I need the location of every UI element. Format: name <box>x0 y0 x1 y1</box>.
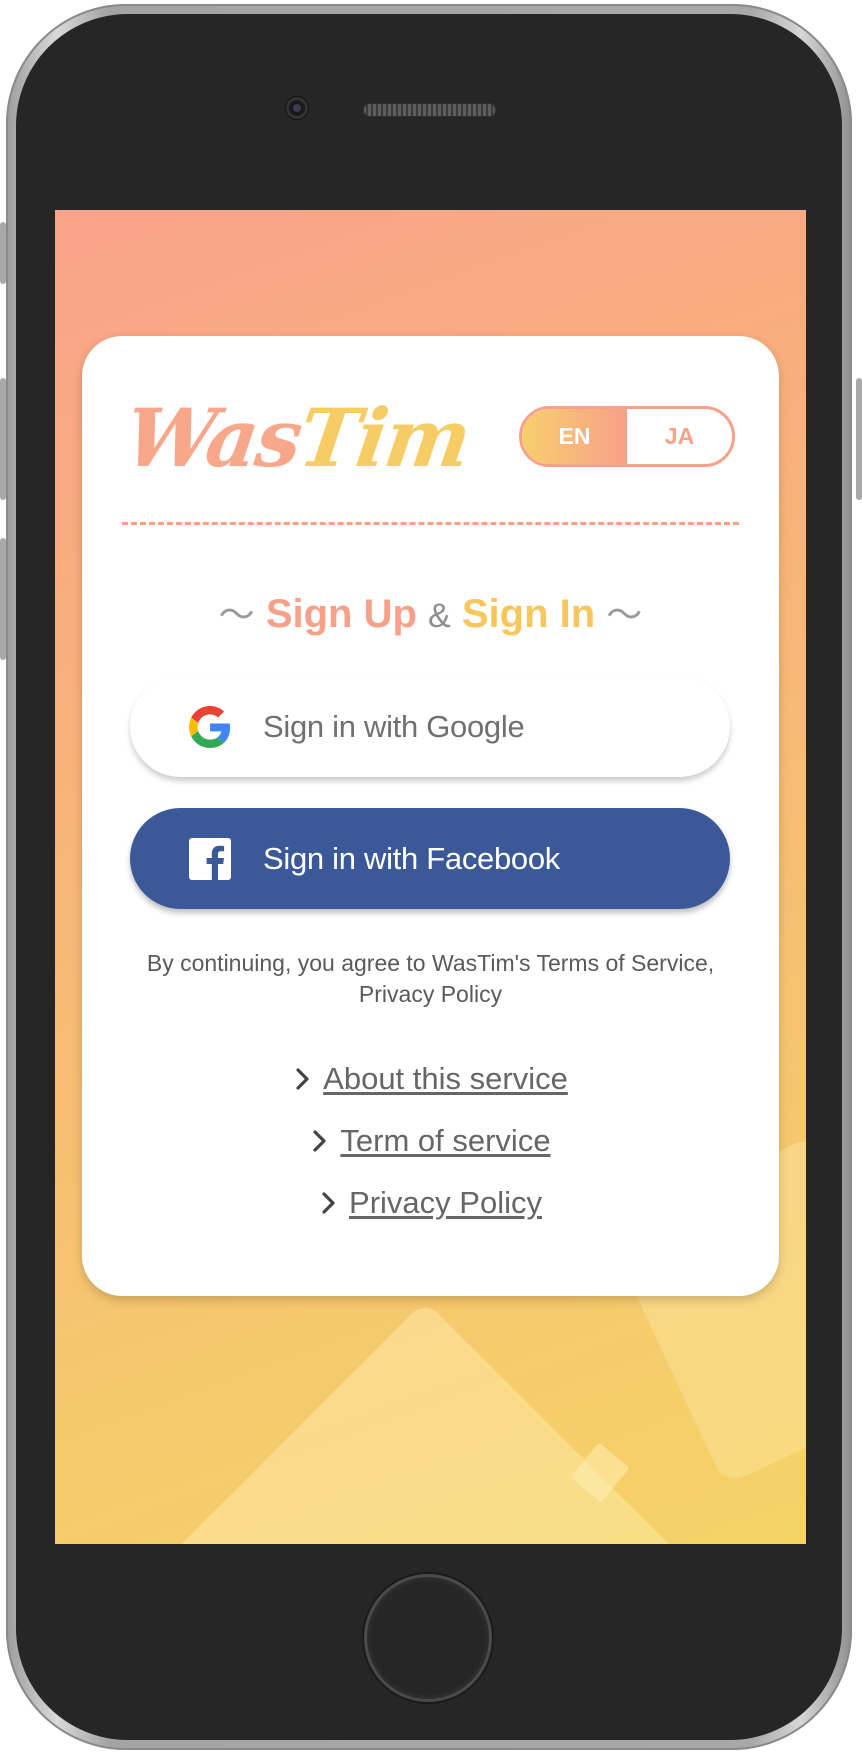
link-term-of-service[interactable]: Term of service <box>310 1110 551 1172</box>
background-decoration-house <box>170 1300 680 1544</box>
link-about-service[interactable]: About this service <box>293 1048 568 1110</box>
terms-notice: By continuing, you agree to WasTim's Ter… <box>122 948 739 1010</box>
google-button-label: Sign in with Google <box>263 708 525 744</box>
dashed-divider <box>122 522 739 525</box>
title-ampersand: & <box>428 597 451 635</box>
link-about-service-label[interactable]: About this service <box>323 1061 568 1097</box>
language-option-ja[interactable]: JA <box>627 409 732 464</box>
wastim-logo: WasTim <box>119 388 475 488</box>
earpiece-speaker <box>363 103 496 117</box>
link-privacy-policy[interactable]: Privacy Policy <box>319 1172 542 1234</box>
power-button <box>856 378 862 500</box>
volume-down-button <box>0 538 6 660</box>
logo-text-tim: Tim <box>293 391 475 485</box>
app-screen: WasTim EN JA 〜 Sign Up & Sign In 〜 Sign … <box>55 210 806 1544</box>
google-g-icon <box>188 705 232 749</box>
title-sign-up: Sign Up <box>265 592 417 636</box>
link-term-of-service-label[interactable]: Term of service <box>340 1123 550 1159</box>
sign-in-google-button[interactable]: Sign in with Google <box>130 676 730 777</box>
chevron-right-icon <box>313 1130 327 1152</box>
link-privacy-policy-label[interactable]: Privacy Policy <box>349 1185 542 1221</box>
terms-notice-line1: By continuing, you agree to WasTim's Ter… <box>146 950 715 976</box>
front-camera <box>286 97 308 119</box>
language-option-en[interactable]: EN <box>522 409 627 464</box>
info-links: About this service Term of service Priva… <box>82 1048 779 1234</box>
logo-text-was: Was <box>119 391 307 485</box>
title-tilde-left: 〜 <box>218 594 255 635</box>
chevron-right-icon <box>322 1192 335 1214</box>
sign-in-facebook-button[interactable]: Sign in with Facebook <box>130 808 730 909</box>
login-card: WasTim EN JA 〜 Sign Up & Sign In 〜 Sign … <box>82 336 779 1296</box>
chevron-right-icon <box>296 1068 309 1090</box>
volume-up-button <box>0 378 6 500</box>
facebook-button-label: Sign in with Facebook <box>263 840 560 876</box>
facebook-f-icon <box>188 837 232 881</box>
mute-switch <box>0 222 6 284</box>
auth-title: 〜 Sign Up & Sign In 〜 <box>82 586 779 638</box>
home-button[interactable] <box>364 1574 492 1702</box>
title-tilde-right: 〜 <box>606 594 643 635</box>
title-sign-in: Sign In <box>461 592 596 636</box>
language-toggle[interactable]: EN JA <box>519 406 735 467</box>
terms-notice-line2: Privacy Policy <box>358 981 503 1007</box>
